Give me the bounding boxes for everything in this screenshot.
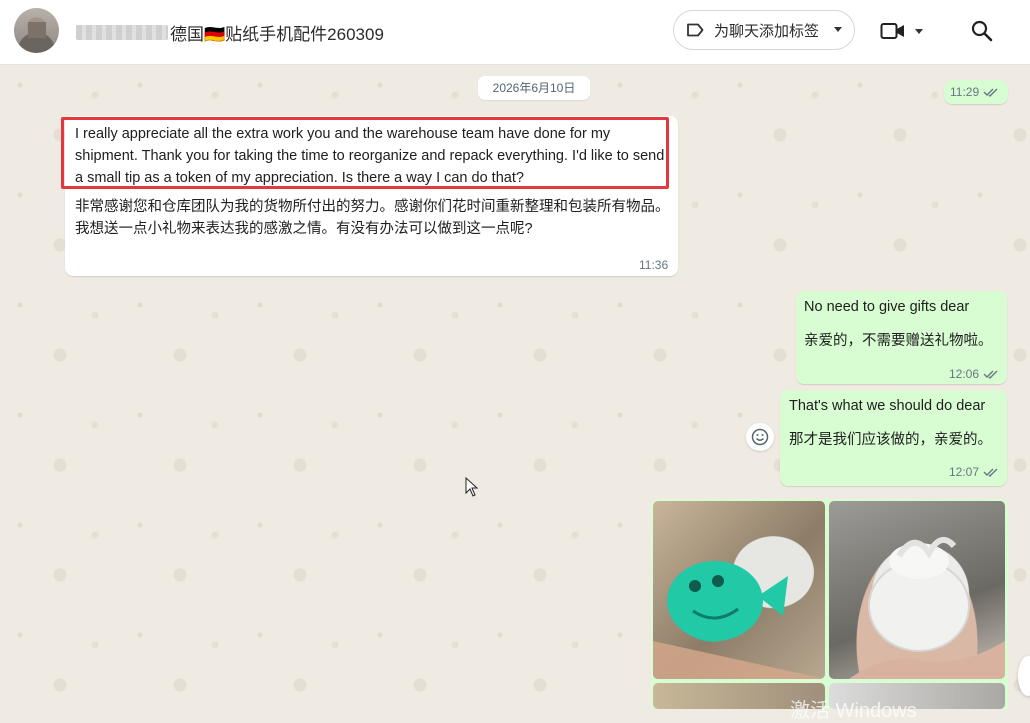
green-fish-toy-photo[interactable] bbox=[653, 501, 825, 679]
add-chat-label-text: 为聊天添加标签 bbox=[714, 22, 820, 40]
fish-toy-drawing bbox=[653, 561, 825, 679]
avatar-blur bbox=[28, 22, 46, 38]
message-text-line1: That's what we should do dear bbox=[789, 398, 986, 414]
contact-name: 德国🇩🇪贴纸手机配件260309 bbox=[170, 24, 384, 44]
message-text-chinese: 非常感谢您和仓库团队为我的货物所付出的努力。感谢你们花时间重新整理和包装所有物品… bbox=[75, 199, 670, 237]
label-icon bbox=[687, 23, 704, 37]
contact-title[interactable]: 德国🇩🇪贴纸手机配件260309 bbox=[76, 20, 384, 44]
search-icon bbox=[971, 20, 993, 42]
message-text-line2: 那才是我们应该做的，亲爱的。 bbox=[789, 432, 992, 448]
smiley-icon bbox=[751, 428, 769, 446]
outgoing-message-bubble[interactable]: 11:29 bbox=[944, 80, 1008, 104]
angel-box-drawing bbox=[849, 536, 1005, 679]
video-call-button[interactable] bbox=[880, 20, 926, 42]
message-text-line2: 亲爱的，不需要赠送礼物啦。 bbox=[804, 333, 993, 349]
add-chat-label-button[interactable]: 为聊天添加标签 bbox=[673, 10, 855, 50]
redacted-name bbox=[76, 24, 168, 40]
outgoing-message-bubble[interactable]: That's what we should do dear 那才是我们应该做的，… bbox=[780, 390, 1007, 486]
read-checks-icon bbox=[983, 468, 998, 477]
message-time-text: 12:07 bbox=[949, 465, 980, 479]
mouse-cursor-icon bbox=[465, 477, 479, 497]
read-checks-icon bbox=[983, 88, 998, 97]
highlight-box bbox=[61, 117, 669, 189]
date-separator: 2026年6月10日 bbox=[478, 76, 590, 100]
message-time: 11:29 bbox=[950, 85, 999, 99]
read-checks-icon bbox=[983, 370, 998, 379]
outgoing-message-bubble[interactable]: No need to give gifts dear 亲爱的，不需要赠送礼物啦。… bbox=[796, 291, 1007, 384]
message-time-text: 11:29 bbox=[950, 85, 980, 99]
search-button[interactable] bbox=[971, 20, 993, 42]
chevron-down-icon bbox=[834, 27, 842, 32]
message-time: 11:36 bbox=[639, 258, 669, 272]
message-time-text: 12:06 bbox=[949, 367, 980, 381]
white-angel-wings-box-photo[interactable] bbox=[829, 501, 1005, 679]
message-time: 12:06 bbox=[949, 367, 999, 381]
contact-avatar[interactable] bbox=[14, 8, 59, 53]
chevron-down-icon bbox=[915, 28, 923, 34]
video-call-icon bbox=[880, 23, 904, 39]
emoji-reaction-button[interactable] bbox=[746, 423, 774, 451]
chat-header: 德国🇩🇪贴纸手机配件260309 为聊天添加标签 bbox=[0, 0, 1030, 65]
message-text-line1: No need to give gifts dear bbox=[804, 299, 970, 315]
message-time: 12:07 bbox=[949, 465, 999, 479]
